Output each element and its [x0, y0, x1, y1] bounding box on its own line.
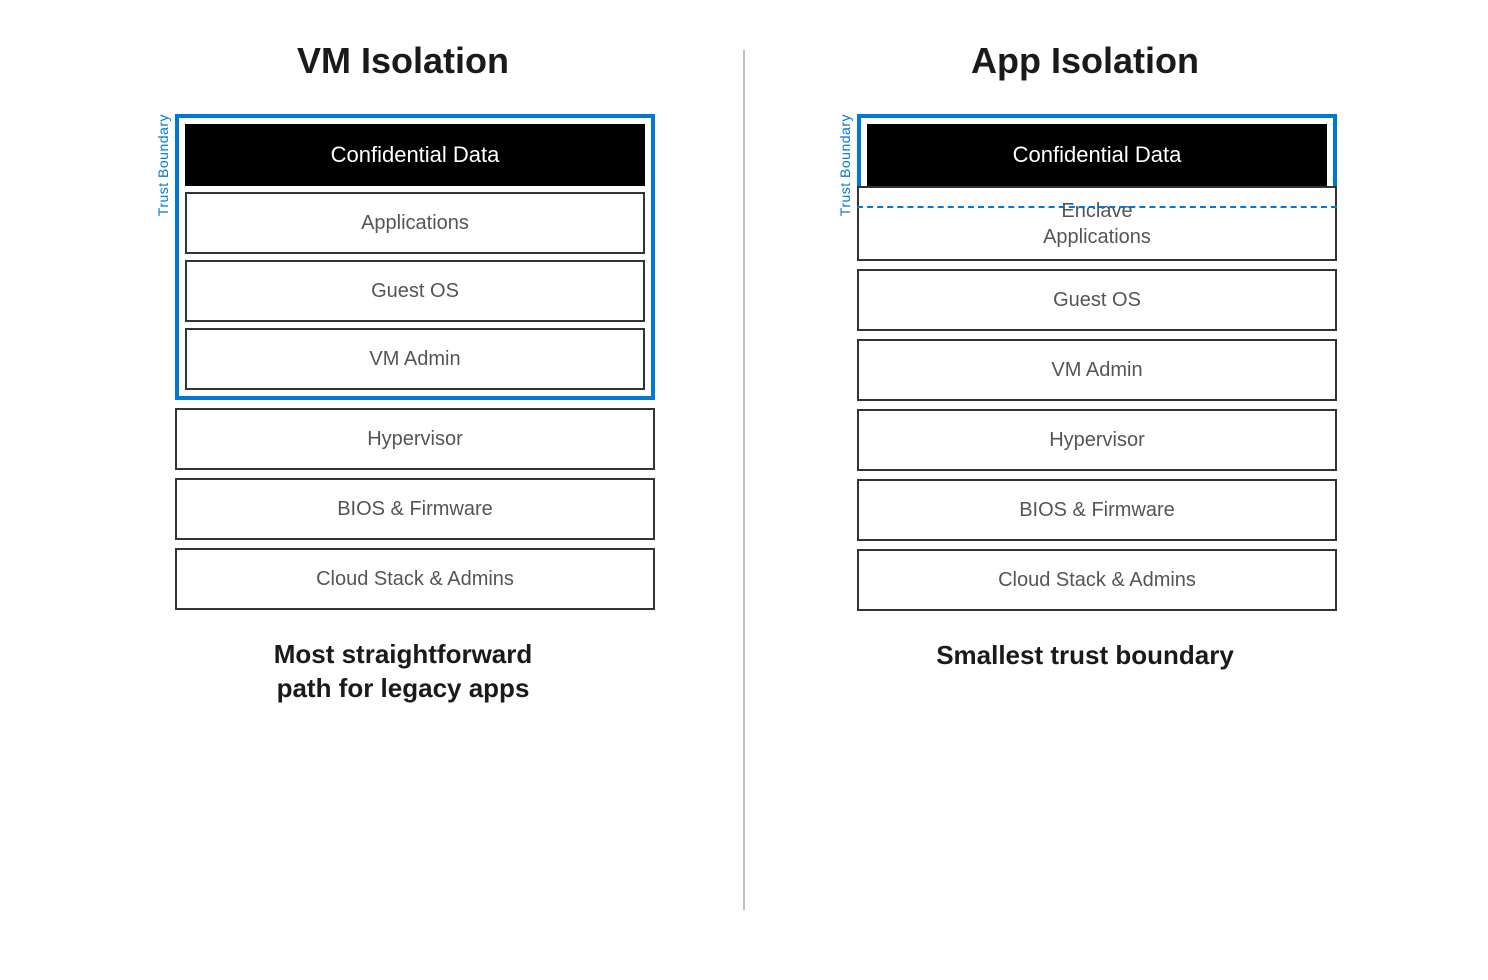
right-footer: Smallest trust boundary: [936, 639, 1234, 673]
right-diagram-column: App Isolation Trust Boundary Confidentia…: [745, 40, 1425, 673]
right-trust-label-container: Trust Boundary: [833, 114, 857, 216]
left-stack-wrapper: Confidential Data Applications Guest OS …: [175, 114, 655, 610]
left-diagram-area: Trust Boundary Confidential Data Applica…: [83, 114, 723, 610]
right-confidential-data: Confidential Data: [867, 124, 1327, 186]
right-hypervisor: Hypervisor: [857, 409, 1337, 471]
left-confidential-data: Confidential Data: [185, 124, 645, 186]
right-trust-label: Trust Boundary: [837, 114, 853, 216]
right-cloud-stack-admins: Cloud Stack & Admins: [857, 549, 1337, 611]
left-bios-firmware: BIOS & Firmware: [175, 478, 655, 540]
left-title: VM Isolation: [297, 40, 509, 82]
right-guest-os: Guest OS: [857, 269, 1337, 331]
right-diagram-area: Trust Boundary Confidential Data Enclave…: [765, 114, 1405, 611]
enclave-dashed-line: [857, 206, 1337, 208]
left-guest-os: Guest OS: [185, 260, 645, 322]
left-applications: Applications: [185, 192, 645, 254]
right-enclave-applications: Enclave Applications: [857, 186, 1337, 261]
right-outside-items: Guest OS VM Admin Hypervisor BIOS & Firm…: [857, 269, 1337, 611]
right-title: App Isolation: [971, 40, 1199, 82]
left-trust-label-container: Trust Boundary: [151, 114, 175, 216]
left-outside-items: Hypervisor BIOS & Firmware Cloud Stack &…: [175, 408, 655, 610]
right-trust-boundary-box: Confidential Data: [857, 114, 1337, 190]
enclave-applications-wrapper: Enclave Applications: [857, 186, 1337, 261]
left-cloud-stack-admins: Cloud Stack & Admins: [175, 548, 655, 610]
left-vm-admin: VM Admin: [185, 328, 645, 390]
page-container: VM Isolation Trust Boundary Confidential…: [0, 0, 1488, 980]
right-stack-wrapper: Confidential Data Enclave Applications G…: [857, 114, 1337, 611]
right-bios-firmware: BIOS & Firmware: [857, 479, 1337, 541]
left-diagram-column: VM Isolation Trust Boundary Confidential…: [63, 40, 743, 706]
left-trust-label: Trust Boundary: [155, 114, 171, 216]
left-hypervisor: Hypervisor: [175, 408, 655, 470]
left-footer: Most straightforward path for legacy app…: [274, 638, 533, 706]
left-trust-boundary-box: Confidential Data Applications Guest OS …: [175, 114, 655, 400]
right-vm-admin: VM Admin: [857, 339, 1337, 401]
